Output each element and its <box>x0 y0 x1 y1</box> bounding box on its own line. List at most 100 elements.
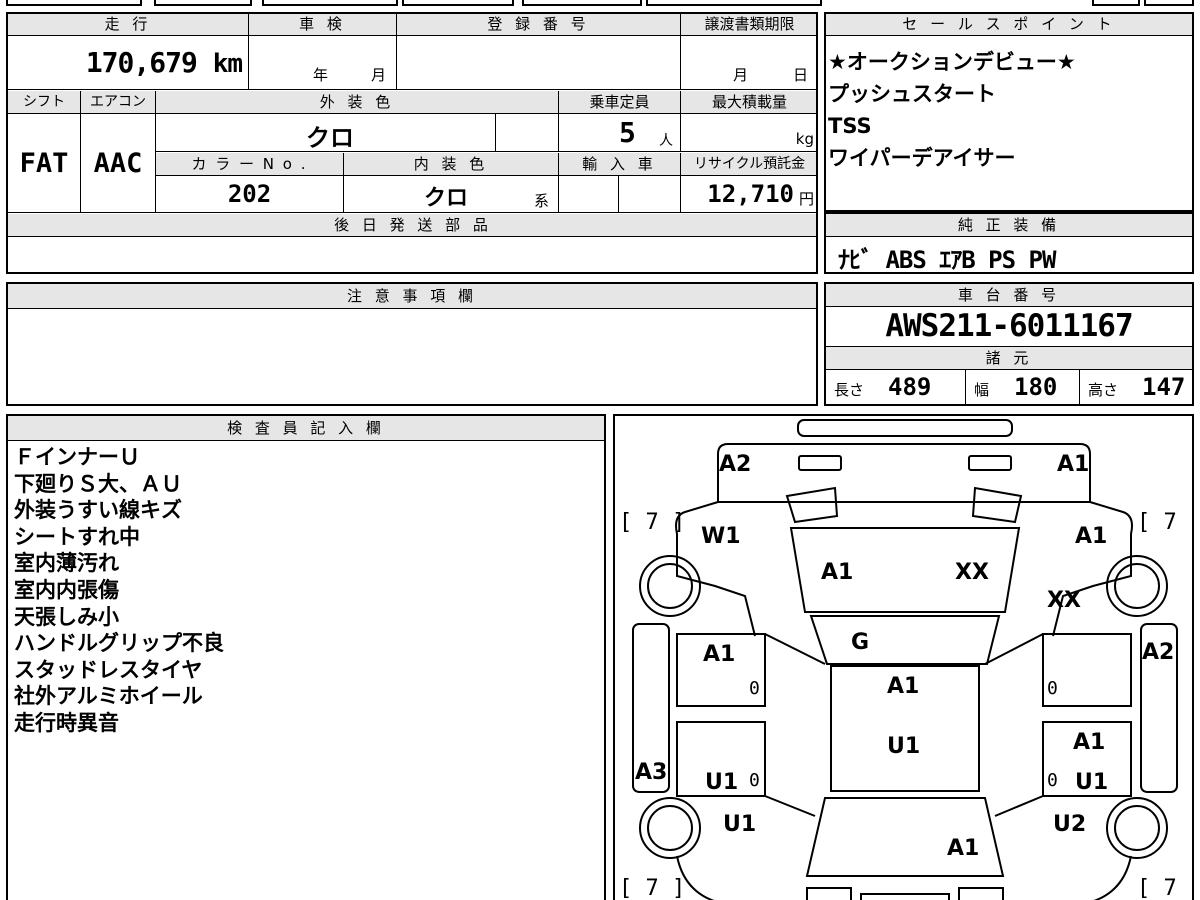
damage-front-left-corner: A2 <box>719 452 752 477</box>
equipment-label: 純 正 装 備 <box>826 214 1192 237</box>
damage-right-rear-door: A1 <box>1073 730 1106 755</box>
sales-point-item: ワイパーデアイサー <box>828 146 1016 170</box>
inspector-line: 室内薄汚れ <box>14 551 119 576</box>
max-load-label: 最大積載量 <box>681 91 816 114</box>
damage-roof: A1 <box>887 674 920 699</box>
mileage-value: 170,679 <box>85 46 198 79</box>
height-cell: 高さ 147 <box>1080 369 1192 404</box>
interior-color-value: クロ <box>424 186 469 211</box>
shift-value: FAT <box>19 148 69 179</box>
damage-left-front-door: A1 <box>703 642 736 667</box>
mileage-label: 走 行 <box>8 14 249 36</box>
later-parts-label: 後 日 発 送 部 品 <box>8 214 816 237</box>
sales-point-item: プッシュスタート <box>828 82 996 106</box>
recycle-value: 12,710 <box>707 180 794 208</box>
tire-depth-rear-left: [ 7 ] <box>619 876 686 900</box>
damage-left-front-fender: W1 <box>701 524 741 549</box>
vehicle-info-box: 走 行 車 検 登 録 番 号 譲渡書類期限 170,679 km 年 月 月 … <box>6 12 818 274</box>
capacity-cell: 5 人 <box>559 114 681 152</box>
inspector-line: ハンドルグリップ不良 <box>14 631 224 656</box>
inspector-line: 走行時異音 <box>14 710 119 735</box>
transfer-day-unit: 日 <box>793 66 809 84</box>
damage-hood-right: XX <box>955 560 989 585</box>
height-value: 147 <box>1142 373 1186 401</box>
damage-hood-left: A1 <box>821 560 854 585</box>
exterior-color-cell: クロ <box>156 114 496 152</box>
chassis-box: 車 台 番 号 AWS211-6011167 諸 元 長さ 489 幅 180 … <box>824 282 1194 406</box>
sales-points-label: セ ー ル ス ポ イ ン ト <box>826 14 1192 36</box>
transfer-month-unit: 月 <box>733 66 749 84</box>
shift-cell: FAT <box>8 114 81 213</box>
width-value: 180 <box>1014 373 1058 401</box>
equipment-value: ﾅﾋﾞ ABS ｴｱB PS PW <box>838 246 1056 274</box>
car-outline <box>632 419 1178 900</box>
damage-trunk: A1 <box>947 836 980 861</box>
inspector-line: 社外アルミホイール <box>14 684 203 709</box>
capacity-label: 乗車定員 <box>559 91 681 114</box>
interior-color-label: 内 装 色 <box>344 153 559 176</box>
damage-roof-rear: U1 <box>887 734 921 759</box>
specs-label: 諸 元 <box>826 346 1192 370</box>
inspection-cell: 年 月 <box>249 36 397 90</box>
inspector-line: スタッドレスタイヤ <box>14 657 203 682</box>
mileage-cell: 170,679 km <box>8 36 249 90</box>
inspector-notes: ＦインナーＵ 下廻りＳ大、ＡＵ 外装うすい線キズ シートすれ中 室内薄汚れ 室内… <box>14 444 224 737</box>
inspector-line: シートすれ中 <box>14 524 140 549</box>
transfer-deadline-cell: 月 日 <box>681 36 816 90</box>
length-value: 489 <box>888 373 932 401</box>
equipment-box: 純 正 装 備 ﾅﾋﾞ ABS ｴｱB PS PW <box>824 212 1194 274</box>
height-label: 高さ <box>1088 381 1119 399</box>
registration-label: 登 録 番 号 <box>397 14 681 36</box>
top-strip <box>6 0 1194 6</box>
recycle-cell: 12,710 円 <box>681 176 816 213</box>
inspector-line: 室内内張傷 <box>14 577 119 602</box>
max-load-unit: kg <box>795 130 814 148</box>
interior-color-suffix: 系 <box>534 192 550 210</box>
mileage-unit: km <box>212 49 243 79</box>
inspector-line: 外装うすい線キズ <box>14 498 182 523</box>
damage-right-fender-lower: XX <box>1047 588 1081 613</box>
door-zero-marker: 0 <box>1047 770 1058 791</box>
damage-right-front-fender: A1 <box>1075 524 1108 549</box>
chassis-number: AWS211-6011167 <box>885 308 1133 344</box>
inspector-line: 天張しみ小 <box>14 604 119 629</box>
transfer-deadline-label: 譲渡書類期限 <box>681 14 816 36</box>
capacity-value: 5 <box>619 116 636 149</box>
sales-points-box: セ ー ル ス ポ イ ン ト ★オークションデビュー★ プッシュスタート TS… <box>824 12 1194 212</box>
import-cell-a <box>559 176 619 213</box>
damage-windshield: G <box>851 630 870 655</box>
damage-right-pillar: A2 <box>1142 640 1175 665</box>
width-label: 幅 <box>974 381 990 399</box>
shift-label: シフト <box>8 91 81 114</box>
damage-front-right-corner: A1 <box>1057 452 1090 477</box>
inspector-line: 下廻りＳ大、ＡＵ <box>14 471 182 496</box>
tire-depth-rear-right: [ 7 ] <box>1137 876 1192 900</box>
damage-right-rear-fender: U2 <box>1053 812 1087 837</box>
ac-cell: AAC <box>81 114 156 213</box>
import-cell-b <box>619 176 681 213</box>
inspection-label: 車 検 <box>249 14 397 36</box>
capacity-unit: 人 <box>659 133 673 149</box>
exterior-color-extra-cell <box>496 114 559 152</box>
damage-left-rear-fender: U1 <box>723 812 757 837</box>
color-no-cell: 202 <box>156 176 344 213</box>
ac-value: AAC <box>93 148 143 179</box>
notes-label: 注 意 事 項 欄 <box>8 284 816 309</box>
registration-cell <box>397 36 681 90</box>
recycle-unit: 円 <box>798 190 814 208</box>
notes-box: 注 意 事 項 欄 <box>6 282 818 406</box>
tire-depth-front-left: [ 7 ] <box>619 510 686 535</box>
damage-left-rear-door: U1 <box>705 770 739 795</box>
recycle-label: リサイクル預託金 <box>681 153 816 176</box>
exterior-color-label: 外 装 色 <box>156 91 559 114</box>
door-zero-marker: 0 <box>1047 678 1058 699</box>
inspector-label: 検 査 員 記 入 欄 <box>8 416 604 441</box>
width-cell: 幅 180 <box>966 369 1080 404</box>
length-cell: 長さ 489 <box>826 369 966 404</box>
car-diagram-box: [ 7 ] [ 7 ] [ 7 ] [ 7 ] A2 A1 W1 A1 A1 X… <box>613 414 1194 900</box>
door-zero-marker: 0 <box>749 678 760 699</box>
damage-left-sill: A3 <box>635 760 668 785</box>
interior-color-cell: クロ 系 <box>344 176 559 213</box>
tire-depth-front-right: [ 7 ] <box>1137 510 1192 535</box>
inspector-box: 検 査 員 記 入 欄 ＦインナーＵ 下廻りＳ大、ＡＵ 外装うすい線キズ シート… <box>6 414 606 900</box>
